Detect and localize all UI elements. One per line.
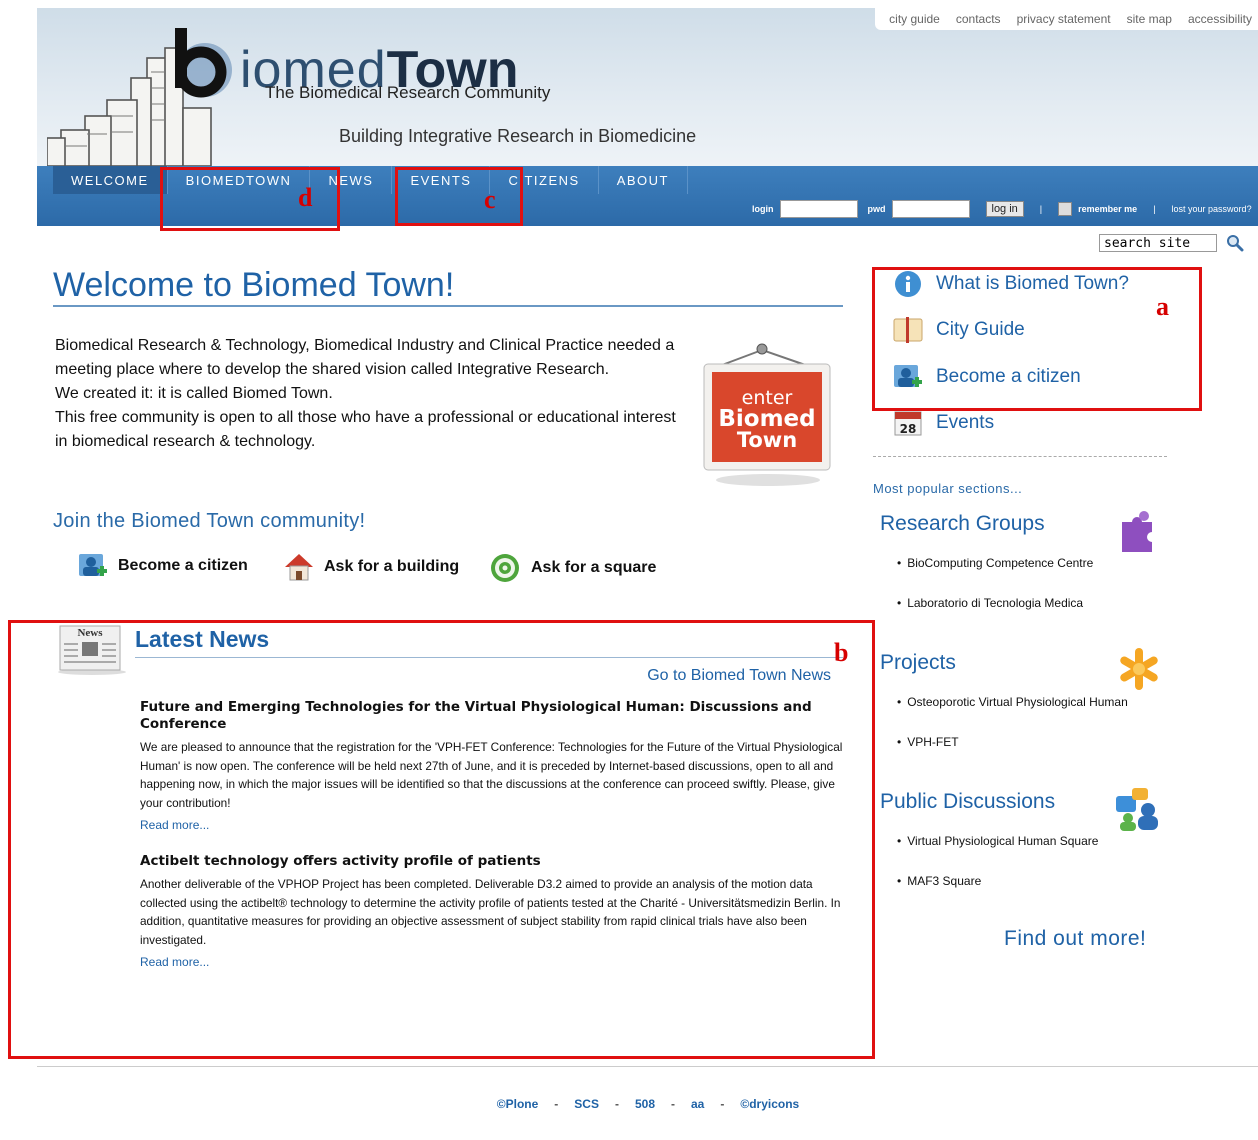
nav-tabs: WELCOME BIOMEDTOWN NEWS EVENTS CITIZENS … <box>53 166 688 194</box>
intro-paragraph: Biomedical Research & Technology, Biomed… <box>55 337 675 378</box>
annotation-label-d: d <box>298 183 313 212</box>
annotation-label-b: b <box>834 638 849 667</box>
site-footer: ©Plone - SCS - 508 - aa - ©dryicons <box>0 1097 1258 1111</box>
login-separator: | <box>1153 204 1156 214</box>
join-become-citizen-link[interactable]: Become a citizen <box>78 552 248 580</box>
footer-separator: - <box>554 1097 559 1111</box>
remember-me-label: remember me <box>1078 204 1138 214</box>
house-icon <box>285 554 313 581</box>
section-public-discussions[interactable]: Public Discussions <box>880 790 1055 814</box>
section-projects[interactable]: Projects <box>880 651 956 675</box>
find-out-more-link[interactable]: Find out more! <box>1004 927 1146 951</box>
login-input[interactable] <box>779 200 858 218</box>
site-tagline: The Biomedical Research Community <box>265 83 551 102</box>
top-link-site-map[interactable]: site map <box>1127 12 1172 26</box>
puzzle-icon <box>1122 511 1152 552</box>
tab-welcome[interactable]: WELCOME <box>53 166 168 194</box>
footer-separator: - <box>671 1097 675 1111</box>
remember-me-checkbox[interactable] <box>1058 202 1073 216</box>
annotation-label-a: a <box>1156 292 1169 321</box>
intro-paragraph: We created it: it is called Biomed Town. <box>55 385 333 402</box>
page-title: Welcome to Biomed Town! <box>53 266 455 304</box>
enter-biomed-town-sign[interactable]: enter Biomed Town <box>696 340 838 490</box>
section-item[interactable]: Virtual Physiological Human Square <box>897 834 1098 848</box>
top-links-bar: city guide contacts privacy statement si… <box>875 8 1258 30</box>
tab-about[interactable]: ABOUT <box>599 166 688 194</box>
site-header: iomed Town The Biomedical Research Commu… <box>37 8 1258 166</box>
asterisk-icon <box>1120 648 1158 690</box>
join-item-label: Ask for a building <box>324 558 460 575</box>
footer-separator: - <box>614 1097 619 1111</box>
search-input[interactable] <box>1099 234 1217 252</box>
section-item[interactable]: MAF3 Square <box>897 874 981 888</box>
top-link-city-guide[interactable]: city guide <box>889 12 940 26</box>
sidebar-divider <box>873 456 1167 457</box>
top-link-privacy-statement[interactable]: privacy statement <box>1017 12 1111 26</box>
login-form: login pwd log in | remember me | lost yo… <box>752 200 1252 218</box>
popular-sections-heading: Most popular sections... <box>873 481 1023 496</box>
top-link-contacts[interactable]: contacts <box>956 12 1001 26</box>
password-input[interactable] <box>891 200 970 218</box>
footer-link-aa[interactable]: aa <box>691 1097 704 1111</box>
join-community-heading: Join the Biomed Town community! <box>53 510 366 532</box>
annotation-box-d <box>160 167 340 231</box>
title-divider <box>53 305 843 307</box>
annotation-label-c: c <box>484 185 496 214</box>
log-in-button[interactable]: log in <box>985 201 1024 217</box>
login-label: login <box>752 204 774 214</box>
section-research-groups[interactable]: Research Groups <box>880 512 1045 536</box>
top-link-accessibility[interactable]: accessibility <box>1188 12 1252 26</box>
footer-separator: - <box>720 1097 725 1111</box>
join-ask-square-link[interactable]: Ask for a square <box>489 552 656 584</box>
intro-text: Biomedical Research & Technology, Biomed… <box>55 334 680 454</box>
join-item-label: Ask for a square <box>531 559 657 576</box>
section-item[interactable]: Laboratorio di Tecnologia Medica <box>897 596 1083 610</box>
sidebar-link-label: Events <box>936 412 995 433</box>
footer-link-dryicons[interactable]: ©dryicons <box>740 1097 799 1111</box>
sidebar-link-events[interactable]: 28 Events <box>892 409 994 437</box>
annotation-box-c <box>395 167 523 226</box>
section-item[interactable]: Osteoporotic Virtual Physiological Human <box>897 695 1128 709</box>
site-subtagline: Building Integrative Research in Biomedi… <box>339 126 697 146</box>
footer-link-scs[interactable]: SCS <box>574 1097 599 1111</box>
footer-link-508[interactable]: 508 <box>635 1097 655 1111</box>
footer-link-plone[interactable]: ©Plone <box>497 1097 539 1111</box>
discussion-people-icon <box>1116 788 1158 831</box>
pwd-label: pwd <box>867 204 886 214</box>
target-icon <box>491 554 519 582</box>
footer-divider <box>37 1066 1258 1067</box>
calendar-day: 28 <box>900 422 917 436</box>
sign-text-town: Town <box>737 428 797 452</box>
login-separator: | <box>1039 204 1043 214</box>
search-icon[interactable] <box>1226 234 1244 252</box>
annotation-box-a <box>872 267 1202 411</box>
annotation-box-b <box>8 620 875 1059</box>
add-user-icon <box>79 554 107 576</box>
calendar-icon: 28 <box>894 411 922 436</box>
join-ask-building-link[interactable]: Ask for a building <box>284 552 459 582</box>
section-item[interactable]: VPH-FET <box>897 735 958 749</box>
join-item-label: Become a citizen <box>118 557 248 574</box>
lost-password-link[interactable]: lost your password? <box>1172 204 1252 214</box>
section-item[interactable]: BioComputing Competence Centre <box>897 556 1093 570</box>
intro-paragraph: This free community is open to all those… <box>55 409 676 450</box>
